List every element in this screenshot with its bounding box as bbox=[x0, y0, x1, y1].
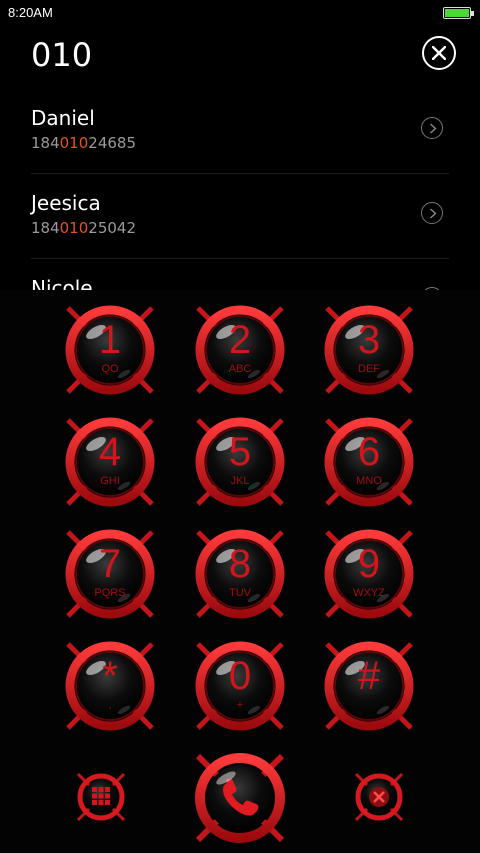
key-2[interactable]: 2 ABC bbox=[192, 302, 288, 398]
key-star[interactable]: * , bbox=[62, 638, 158, 734]
grid-icon bbox=[76, 772, 126, 822]
key-8[interactable]: 8 TUV bbox=[192, 526, 288, 622]
battery-icon bbox=[443, 7, 474, 19]
dialpad-toggle-button[interactable] bbox=[74, 770, 128, 824]
contact-name: Daniel bbox=[31, 106, 95, 130]
key-4[interactable]: 4 GHI bbox=[62, 414, 158, 510]
battery-fill bbox=[445, 9, 469, 17]
details-button[interactable] bbox=[421, 117, 443, 139]
contact-name: Jeesica bbox=[31, 191, 101, 215]
chevron-right-icon bbox=[430, 123, 437, 134]
key-0[interactable]: 0 + bbox=[192, 638, 288, 734]
dialed-number: 010 bbox=[31, 36, 93, 74]
close-icon bbox=[432, 46, 446, 60]
status-time: 8:20AM bbox=[8, 5, 53, 20]
contact-name: Nicole bbox=[31, 276, 93, 290]
dial-keypad: 1 QO 2 ABC 3 DEF 4 GHI 5 JKL 6 MNO 7 PQR… bbox=[0, 290, 480, 853]
key-7[interactable]: 7 PQRS bbox=[62, 526, 158, 622]
key-6[interactable]: 6 MNO bbox=[321, 414, 417, 510]
call-button[interactable] bbox=[192, 750, 288, 846]
delete-icon bbox=[354, 772, 404, 822]
status-bar: 8:20AM bbox=[0, 0, 480, 26]
key-hash[interactable]: # bbox=[321, 638, 417, 734]
list-item[interactable]: Jeesica 18401025042 bbox=[31, 173, 449, 259]
phone-icon bbox=[195, 753, 285, 843]
key-9[interactable]: 9 WXYZ bbox=[321, 526, 417, 622]
list-item[interactable]: Daniel 18401024685 bbox=[31, 88, 449, 174]
contact-results: Daniel 18401024685 Jeesica 18401025042 N… bbox=[0, 88, 480, 290]
details-button[interactable] bbox=[421, 202, 443, 224]
contact-number: 18401025042 bbox=[31, 219, 136, 237]
key-1[interactable]: 1 QO bbox=[62, 302, 158, 398]
contact-number: 18401024685 bbox=[31, 134, 136, 152]
list-item[interactable]: Nicole bbox=[31, 258, 449, 290]
clear-button[interactable] bbox=[422, 36, 456, 70]
chevron-right-icon bbox=[430, 208, 437, 219]
key-5[interactable]: 5 JKL bbox=[192, 414, 288, 510]
delete-button[interactable] bbox=[352, 770, 406, 824]
key-3[interactable]: 3 DEF bbox=[321, 302, 417, 398]
